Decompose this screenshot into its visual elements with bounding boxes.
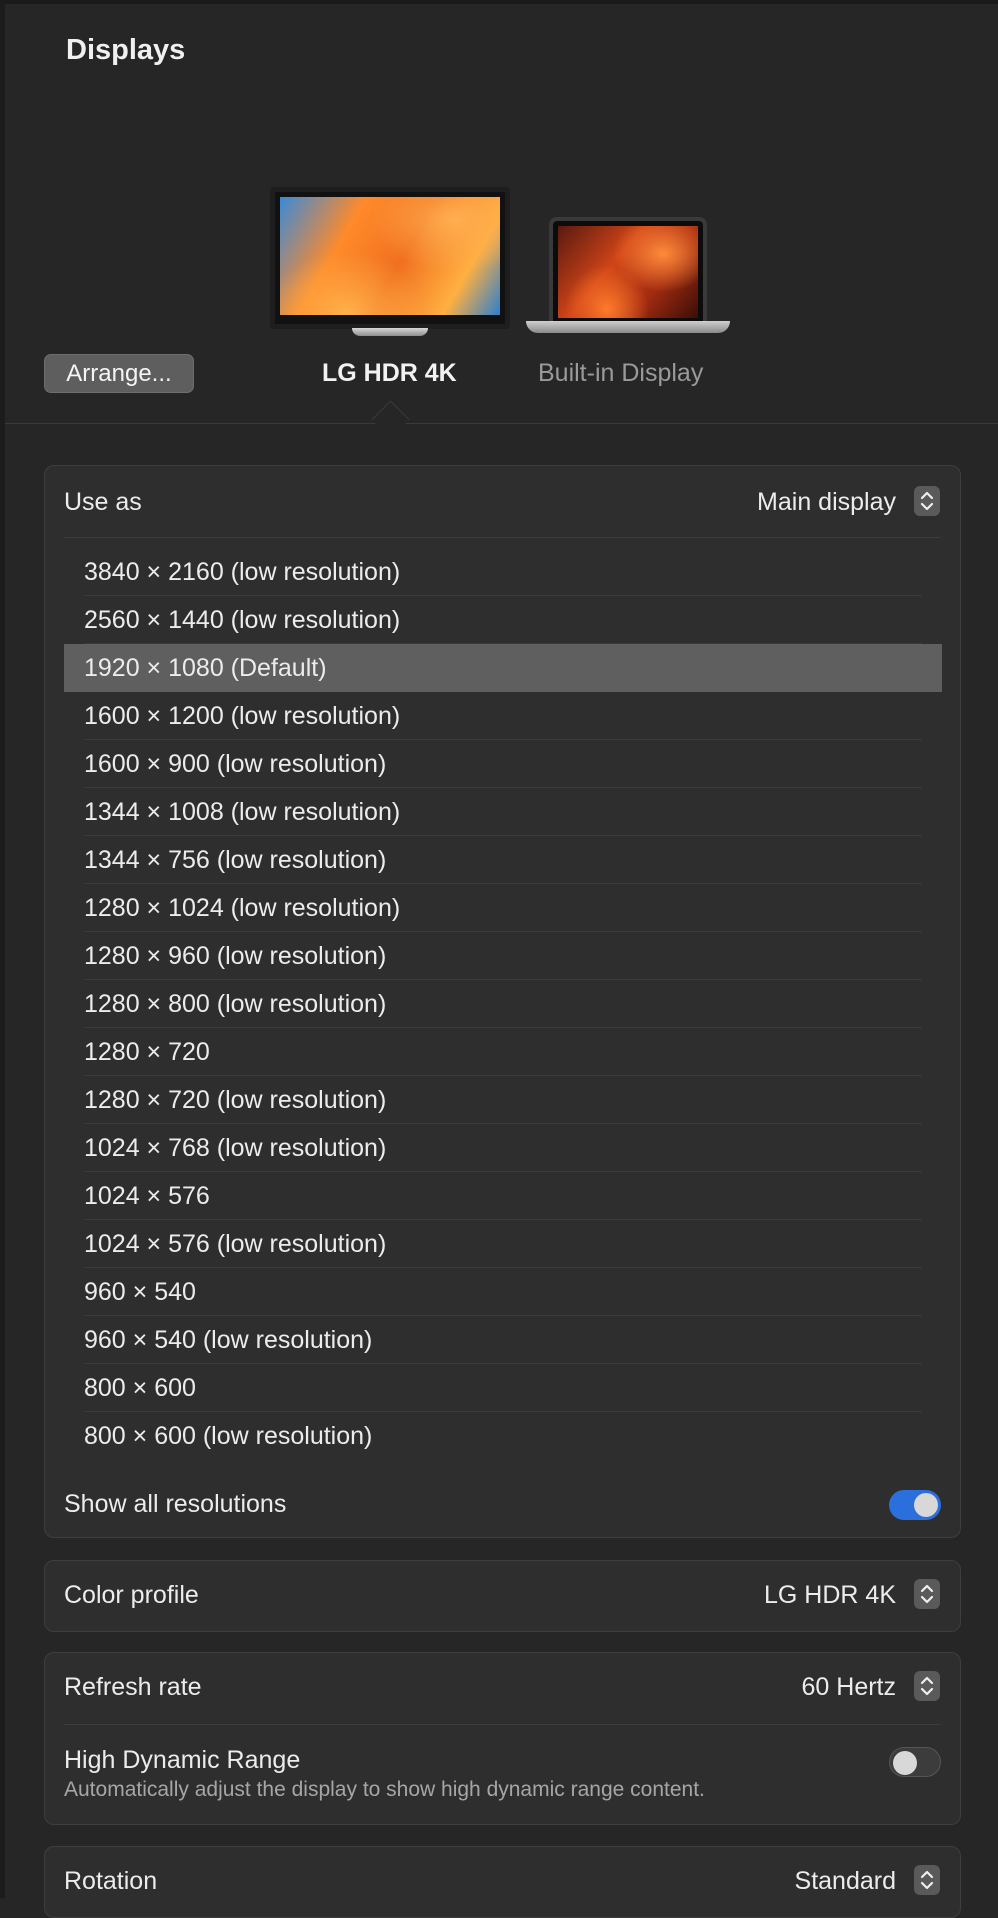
resolution-option[interactable]: 800 × 600 (64, 1364, 942, 1412)
resolution-option[interactable]: 1024 × 576 (64, 1172, 942, 1220)
chevron-up-down-icon (920, 491, 934, 511)
display-label-lg-hdr-4k[interactable]: LG HDR 4K (322, 359, 457, 388)
resolution-option-label: 1024 × 768 (low resolution) (84, 1134, 387, 1162)
resolution-option-label: 1280 × 720 (84, 1038, 210, 1066)
refresh-rate-group: Refresh rate 60 Hertz High Dynamic Range… (44, 1652, 961, 1825)
resolution-option-label: 1344 × 1008 (low resolution) (84, 798, 401, 826)
resolution-option[interactable]: 1920 × 1080 (Default) (64, 644, 942, 692)
resolution-option-label: 1600 × 900 (low resolution) (84, 750, 387, 778)
resolution-option[interactable]: 3840 × 2160 (low resolution) (64, 548, 942, 596)
row-divider (64, 537, 941, 538)
resolution-option[interactable]: 1344 × 1008 (low resolution) (64, 788, 942, 836)
laptop-base (526, 321, 730, 333)
wallpaper-image (280, 197, 500, 315)
use-as-popup-button[interactable] (914, 486, 940, 516)
refresh-rate-label: Refresh rate (64, 1673, 202, 1701)
resolution-option[interactable]: 1024 × 576 (low resolution) (64, 1220, 942, 1268)
chevron-up-down-icon (920, 1870, 934, 1890)
resolution-option-label: 3840 × 2160 (low resolution) (84, 558, 401, 586)
resolution-option-label: 2560 × 1440 (low resolution) (84, 606, 401, 634)
toggle-knob (893, 1751, 917, 1775)
resolution-option-label: 1024 × 576 (low resolution) (84, 1230, 387, 1258)
lg-display-thumbnail[interactable] (270, 187, 510, 329)
show-all-resolutions-label: Show all resolutions (64, 1490, 287, 1518)
top-edge (0, 0, 998, 4)
color-profile-group: Color profile LG HDR 4K (44, 1560, 961, 1632)
hdr-label: High Dynamic Range (64, 1746, 301, 1774)
arrange-button[interactable]: Arrange... (44, 354, 194, 393)
rotation-value[interactable]: Standard (795, 1867, 896, 1896)
resolution-option-label: 1280 × 1024 (low resolution) (84, 894, 401, 922)
resolution-option[interactable]: 1024 × 768 (low resolution) (64, 1124, 942, 1172)
resolution-option-label: 960 × 540 (84, 1278, 196, 1306)
color-profile-label: Color profile (64, 1581, 199, 1609)
resolution-option-label: 1920 × 1080 (Default) (84, 654, 327, 682)
monitor-stand (352, 328, 428, 336)
resolution-option[interactable]: 1600 × 1200 (low resolution) (64, 692, 942, 740)
resolution-option[interactable]: 1280 × 720 (low resolution) (64, 1076, 942, 1124)
resolution-option-label: 960 × 540 (low resolution) (84, 1326, 373, 1354)
rotation-group: Rotation Standard (44, 1846, 961, 1918)
resolution-option[interactable]: 1280 × 1024 (low resolution) (64, 884, 942, 932)
resolution-option-label: 1280 × 800 (low resolution) (84, 990, 387, 1018)
resolution-option[interactable]: 960 × 540 (64, 1268, 942, 1316)
resolution-group: Use as Main display 3840 × 2160 (low res… (44, 465, 961, 1538)
resolution-option-label: 1600 × 1200 (low resolution) (84, 702, 401, 730)
chevron-up-down-icon (920, 1676, 934, 1696)
resolution-option-label: 1024 × 576 (84, 1182, 210, 1210)
wallpaper-image (558, 226, 698, 318)
row-divider (64, 1724, 941, 1725)
resolution-option-label: 1280 × 720 (low resolution) (84, 1086, 387, 1114)
resolution-option-label: 800 × 600 (low resolution) (84, 1422, 373, 1450)
use-as-value[interactable]: Main display (757, 488, 896, 517)
color-profile-popup-button[interactable] (914, 1579, 940, 1609)
resolution-option[interactable]: 1280 × 800 (low resolution) (64, 980, 942, 1028)
toggle-knob (914, 1493, 938, 1517)
built-in-display-thumbnail[interactable] (549, 217, 707, 321)
resolution-option[interactable]: 800 × 600 (low resolution) (64, 1412, 942, 1460)
rotation-label: Rotation (64, 1867, 158, 1895)
refresh-rate-popup-button[interactable] (914, 1671, 940, 1701)
use-as-label: Use as (64, 488, 142, 516)
selection-caret (371, 400, 410, 439)
resolution-option-label: 1280 × 960 (low resolution) (84, 942, 387, 970)
refresh-rate-value[interactable]: 60 Hertz (802, 1673, 896, 1702)
resolution-option[interactable]: 2560 × 1440 (low resolution) (64, 596, 942, 644)
resolution-option-label: 800 × 600 (84, 1374, 196, 1402)
hdr-description: Automatically adjust the display to show… (64, 1778, 705, 1801)
resolution-option-label: 1344 × 756 (low resolution) (84, 846, 387, 874)
rotation-popup-button[interactable] (914, 1865, 940, 1895)
hdr-toggle[interactable] (889, 1747, 941, 1777)
resolution-option[interactable]: 1280 × 960 (low resolution) (64, 932, 942, 980)
chevron-up-down-icon (920, 1584, 934, 1604)
show-all-resolutions-toggle[interactable] (889, 1490, 941, 1520)
page-title: Displays (66, 34, 186, 66)
resolution-option[interactable]: 1600 × 900 (low resolution) (64, 740, 942, 788)
resolution-option[interactable]: 960 × 540 (low resolution) (64, 1316, 942, 1364)
left-edge (0, 0, 5, 1898)
display-label-built-in[interactable]: Built-in Display (538, 359, 703, 388)
resolution-list[interactable]: 3840 × 2160 (low resolution) 2560 × 1440 … (64, 548, 942, 1460)
resolution-option[interactable]: 1280 × 720 (64, 1028, 942, 1076)
resolution-option[interactable]: 1344 × 756 (low resolution) (64, 836, 942, 884)
color-profile-value[interactable]: LG HDR 4K (764, 1581, 896, 1610)
header-divider (5, 423, 998, 424)
